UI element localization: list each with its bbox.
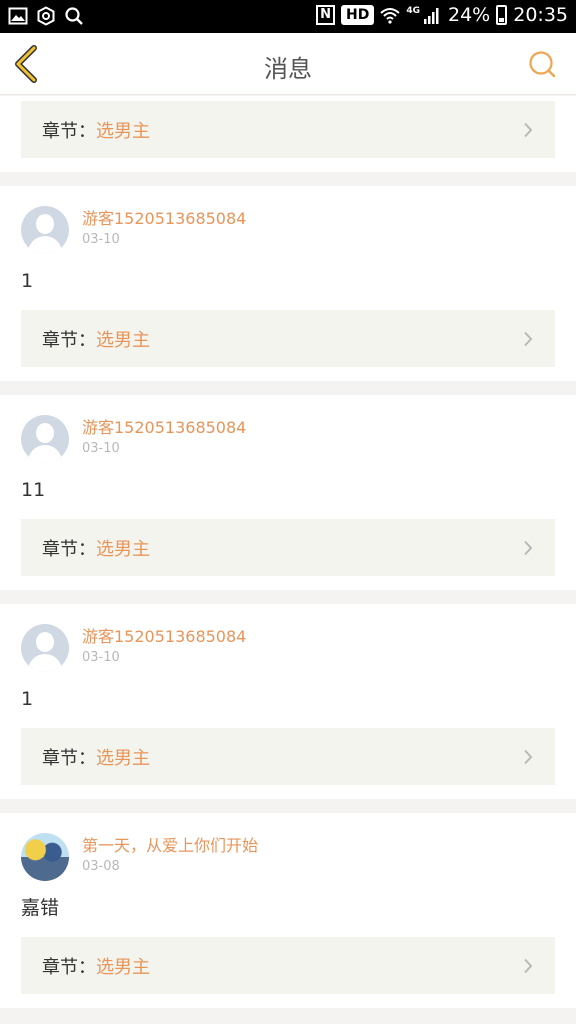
chapter-link[interactable]: 章节： 选男主 (21, 310, 555, 367)
message-card: 游客1520513685084 03-10 1 章节： 选男主 (0, 186, 576, 381)
app-header: 消息 (0, 33, 576, 95)
clock: 20:35 (513, 4, 568, 26)
username[interactable]: 第一天，从爱上你们开始 (82, 835, 258, 857)
chevron-right-icon (524, 749, 533, 765)
avatar[interactable] (21, 415, 69, 463)
username[interactable]: 游客1520513685084 (82, 417, 246, 439)
chevron-right-icon (524, 958, 533, 974)
battery-icon (496, 5, 508, 25)
chevron-right-icon (524, 540, 533, 556)
message-date: 03-10 (82, 232, 120, 247)
network-type: 4G (406, 6, 420, 16)
message-content: 1 (21, 688, 34, 710)
hd-badge: HD (341, 5, 375, 25)
search-icon (65, 7, 83, 25)
message-content: 11 (21, 479, 46, 501)
message-date: 03-10 (82, 650, 120, 665)
chapter-link[interactable]: 章节： 选男主 (21, 937, 555, 994)
chapter-label: 章节： (42, 538, 96, 560)
message-list: 章节： 选男主 游客1520513685084 03-10 1 章节： 选男主 … (0, 96, 576, 1022)
message-card: 游客1520513685084 03-10 1 章节： 选男主 (0, 604, 576, 799)
wifi-icon (380, 8, 401, 24)
battery-percent: 24% (448, 4, 491, 26)
chapter-name: 选男主 (96, 120, 150, 142)
chapter-link[interactable]: 章节： 选男主 (21, 101, 555, 158)
status-bar: N HD 4G 24% 20:35 (0, 0, 576, 33)
message-card: 章节： 选男主 (0, 96, 576, 172)
message-card: 第一天，从爱上你们开始 03-08 嘉错 章节： 选男主 (0, 813, 576, 1008)
chapter-name: 选男主 (96, 956, 150, 978)
signal-icon (424, 8, 439, 24)
avatar[interactable] (21, 833, 69, 881)
chapter-name: 选男主 (96, 538, 150, 560)
message-date: 03-08 (82, 859, 120, 874)
nfc-icon: N (316, 5, 335, 25)
chapter-label: 章节： (42, 120, 96, 142)
chapter-name: 选男主 (96, 329, 150, 351)
message-card: 游客1520513685084 03-10 11 章节： 选男主 (0, 395, 576, 590)
message-content: 1 (21, 270, 34, 292)
chevron-right-icon (524, 331, 533, 347)
chapter-label: 章节： (42, 329, 96, 351)
avatar[interactable] (21, 624, 69, 672)
page-title: 消息 (264, 55, 312, 83)
username[interactable]: 游客1520513685084 (82, 626, 246, 648)
chevron-right-icon (524, 122, 533, 138)
search-icon[interactable] (528, 50, 556, 78)
chapter-link[interactable]: 章节： 选男主 (21, 728, 555, 785)
chapter-name: 选男主 (96, 747, 150, 769)
image-icon (8, 7, 28, 25)
chapter-link[interactable]: 章节： 选男主 (21, 519, 555, 576)
chapter-label: 章节： (42, 747, 96, 769)
avatar[interactable] (21, 206, 69, 254)
username[interactable]: 游客1520513685084 (82, 208, 246, 230)
message-content: 嘉错 (21, 897, 60, 919)
settings-hex-icon (37, 6, 55, 26)
message-date: 03-10 (82, 441, 120, 456)
chapter-label: 章节： (42, 956, 96, 978)
